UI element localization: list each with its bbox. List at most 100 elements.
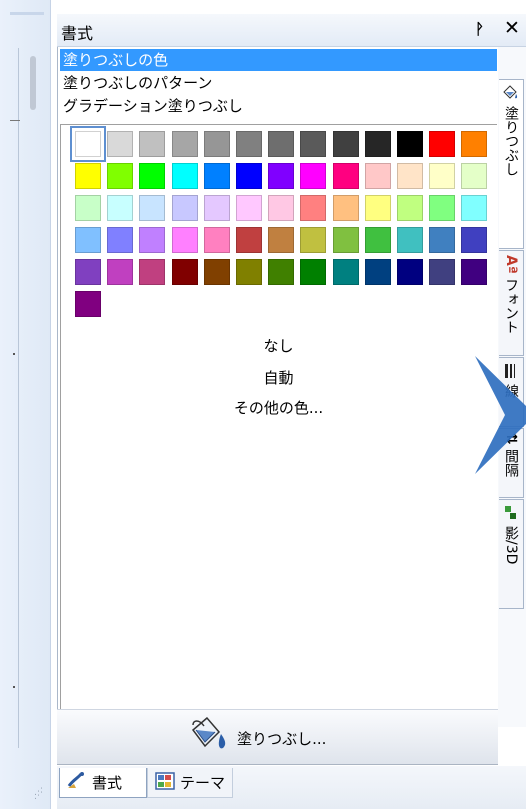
color-swatch[interactable] [429, 259, 456, 285]
color-swatch[interactable] [171, 131, 198, 157]
color-swatch[interactable] [461, 259, 488, 285]
color-swatch[interactable] [332, 163, 359, 189]
side-tab-font[interactable]: Aª フォント [499, 250, 524, 356]
close-icon[interactable]: ✕ [504, 17, 520, 39]
color-swatch[interactable] [429, 195, 456, 221]
color-swatch[interactable] [107, 131, 134, 157]
color-swatch[interactable] [236, 259, 262, 285]
collapse-arrow-overlay [475, 356, 526, 474]
color-swatch[interactable] [203, 131, 230, 157]
pin-icon[interactable]: ᚹ [475, 20, 484, 38]
menu-fill-color[interactable]: 塗りつぶしの色 [60, 49, 497, 71]
color-swatch[interactable] [364, 163, 391, 189]
auto-color-option[interactable]: 自動 [58, 367, 499, 388]
color-swatch[interactable] [364, 195, 391, 221]
fill-button[interactable]: 塗りつぶし... [187, 716, 326, 760]
color-swatch[interactable] [236, 227, 262, 253]
strip-scroll-thumb[interactable] [30, 56, 36, 110]
color-swatch[interactable] [139, 227, 166, 253]
color-swatch[interactable] [171, 163, 198, 189]
format-task-pane: 書式 ᚹ ✕ 塗りつぶしの色 塗りつぶしのパターン グラデーション塗りつぶし な… [57, 14, 526, 809]
color-swatch[interactable] [236, 163, 262, 189]
color-swatch[interactable] [461, 195, 488, 221]
color-swatch[interactable] [429, 227, 456, 253]
color-swatch[interactable] [332, 195, 359, 221]
color-swatch[interactable] [300, 259, 327, 285]
tab-format-label: 書式 [92, 774, 123, 792]
fill-content-area: 塗りつぶしの色 塗りつぶしのパターン グラデーション塗りつぶし なし 自動 その… [57, 47, 499, 725]
side-tab-font-label: フォント [503, 277, 519, 334]
color-swatch[interactable] [70, 126, 106, 162]
tab-format[interactable]: 書式 [59, 768, 147, 798]
color-swatch[interactable] [268, 195, 295, 221]
color-swatch[interactable] [107, 227, 134, 253]
color-swatch[interactable] [171, 259, 198, 285]
color-swatch[interactable] [171, 227, 198, 253]
color-swatch[interactable] [75, 195, 101, 221]
more-colors-option[interactable]: その他の色... [58, 397, 499, 418]
color-swatch[interactable] [75, 259, 101, 285]
resize-grip-icon[interactable]: ⋰ ⋰ [34, 788, 44, 802]
side-tab-fill[interactable]: 塗りつぶし [499, 79, 524, 249]
color-swatch[interactable] [107, 195, 134, 221]
color-swatch[interactable] [332, 259, 359, 285]
color-swatch[interactable] [300, 163, 327, 189]
paint-bucket-icon [502, 84, 520, 102]
ruler-dot [13, 686, 15, 688]
color-swatch[interactable] [364, 259, 391, 285]
color-swatch[interactable] [107, 259, 134, 285]
color-swatch[interactable] [332, 131, 359, 157]
color-swatch[interactable] [397, 163, 423, 189]
color-swatch[interactable] [236, 195, 262, 221]
ruler-dot [13, 353, 15, 355]
color-swatch[interactable] [203, 195, 230, 221]
no-color-option[interactable]: なし [58, 335, 499, 356]
color-swatch[interactable] [364, 227, 391, 253]
pane-titlebar: 書式 ᚹ ✕ [57, 14, 526, 47]
color-swatch[interactable] [268, 227, 295, 253]
color-swatch[interactable] [300, 195, 327, 221]
color-swatch[interactable] [268, 131, 295, 157]
tab-theme[interactable]: テーマ [147, 768, 233, 798]
font-icon: Aª [503, 255, 519, 274]
paint-bucket-icon [187, 716, 231, 760]
color-swatch[interactable] [300, 227, 327, 253]
color-swatch[interactable] [139, 163, 166, 189]
color-swatch[interactable] [397, 227, 423, 253]
color-swatch[interactable] [107, 163, 134, 189]
color-swatch[interactable] [236, 131, 262, 157]
fill-action-bar: 塗りつぶし... [57, 709, 498, 765]
color-swatch[interactable] [268, 163, 295, 189]
color-swatch[interactable] [429, 163, 456, 189]
color-swatch[interactable] [461, 131, 488, 157]
strip-divider [18, 48, 19, 748]
color-swatch[interactable] [75, 227, 101, 253]
color-swatch[interactable] [461, 227, 488, 253]
color-swatch[interactable] [203, 227, 230, 253]
color-swatch[interactable] [397, 259, 423, 285]
side-tab-fill-label: 塗りつぶし [503, 106, 519, 176]
color-swatch[interactable] [397, 131, 423, 157]
color-swatch[interactable] [203, 163, 230, 189]
menu-fill-pattern[interactable]: 塗りつぶしのパターン [60, 72, 497, 94]
side-tab-shadow-3d-label: 影/3D [503, 526, 519, 565]
tab-theme-label: テーマ [180, 774, 226, 792]
color-swatch[interactable] [139, 195, 166, 221]
color-swatch[interactable] [300, 131, 327, 157]
color-swatch[interactable] [139, 131, 166, 157]
left-margin-strip: ⋰ ⋰ [0, 0, 51, 809]
bottom-tab-strip: 書式 テーマ [57, 766, 526, 809]
color-swatch[interactable] [75, 291, 101, 317]
color-swatch[interactable] [461, 163, 488, 189]
color-swatch[interactable] [429, 131, 456, 157]
color-swatch[interactable] [364, 131, 391, 157]
color-swatch[interactable] [139, 259, 166, 285]
menu-gradient-fill[interactable]: グラデーション塗りつぶし [60, 95, 497, 117]
color-swatch[interactable] [75, 163, 101, 189]
color-swatch[interactable] [332, 227, 359, 253]
side-tab-shadow-3d[interactable]: 影/3D [499, 499, 524, 609]
color-swatch[interactable] [397, 195, 423, 221]
color-swatch[interactable] [203, 259, 230, 285]
color-swatch[interactable] [171, 195, 198, 221]
color-swatch[interactable] [268, 259, 295, 285]
